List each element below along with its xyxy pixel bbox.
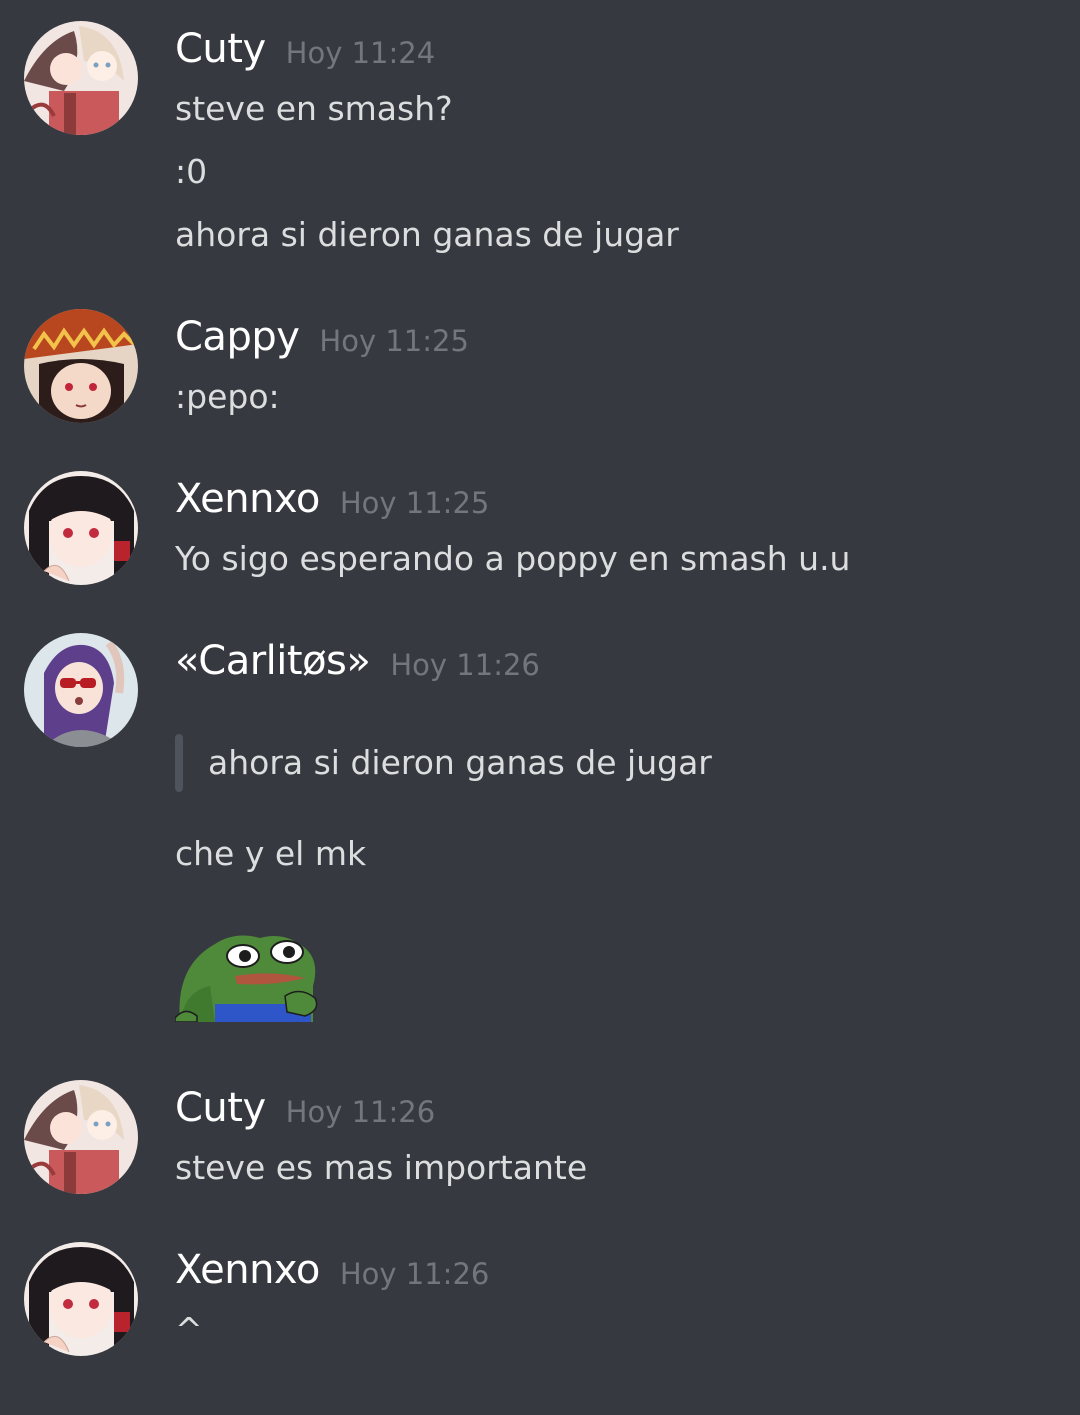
user-avatar[interactable] [24, 21, 138, 135]
message-text: :0 [175, 152, 208, 191]
message-text: ahora si dieron ganas de jugar [175, 215, 679, 254]
timestamp: Hoy 11:24 [285, 36, 436, 70]
quote-bar [175, 734, 183, 792]
timestamp: Hoy 11:25 [339, 486, 490, 520]
message-header: Xennxo Hoy 11:25 [175, 471, 1060, 527]
username[interactable]: Xennxo [175, 476, 320, 522]
quote-text: ahora si dieron ganas de jugar [208, 743, 712, 782]
quote-block: ahora si dieron ganas de jugar [175, 734, 1060, 792]
username[interactable]: Cappy [175, 314, 300, 360]
message-text: :pepo: [175, 377, 280, 416]
message-content: Xennxo Hoy 11:25 Yo sigo esperando a pop… [175, 471, 1060, 590]
kaguya-avatar-icon [24, 471, 138, 585]
timestamp: Hoy 11:26 [339, 1257, 490, 1291]
message-content: Cuty Hoy 11:26 steve es mas importante [175, 1080, 1060, 1199]
kaguya-avatar-icon [24, 1242, 138, 1356]
anime-girls-avatar-icon [24, 1080, 138, 1194]
message-text: steve es mas importante [175, 1148, 588, 1187]
timestamp: Hoy 11:25 [319, 324, 469, 358]
pepe-emoji-icon [175, 935, 318, 1022]
timestamp: Hoy 11:26 [285, 1095, 436, 1129]
message-text: che y el mk [175, 834, 367, 873]
message-header: Cuty Hoy 11:24 [175, 21, 1060, 77]
username[interactable]: Xennxo [175, 1247, 320, 1293]
message-header: «Carlitøs» Hoy 11:26 [175, 633, 1060, 689]
username[interactable]: Cuty [175, 26, 266, 72]
timestamp: Hoy 11:26 [390, 648, 540, 682]
username[interactable]: Cuty [175, 1085, 266, 1131]
sunglasses-girl-avatar-icon [24, 633, 138, 747]
message-content: Xennxo Hoy 11:26 ^ [175, 1242, 1060, 1361]
pepe-emoji[interactable] [175, 926, 321, 1022]
message-text: Yo sigo esperando a poppy en smash u.u [175, 539, 851, 578]
chat-message-list: Cuty Hoy 11:24 steve en smash? :0 ahora … [0, 0, 1080, 1415]
message-header: Cappy Hoy 11:25 [175, 309, 1060, 365]
user-avatar[interactable] [24, 1080, 138, 1194]
user-avatar[interactable] [24, 633, 138, 747]
message-text: steve en smash? [175, 89, 453, 128]
message-header: Cuty Hoy 11:26 [175, 1080, 1060, 1136]
anime-girls-avatar-icon [24, 21, 138, 135]
user-avatar[interactable] [24, 309, 138, 423]
megumin-hat-avatar-icon [24, 309, 138, 423]
user-avatar[interactable] [24, 471, 138, 585]
user-avatar[interactable] [24, 1242, 138, 1356]
message-content: «Carlitøs» Hoy 11:26 ahora si dieron gan… [175, 633, 1060, 1022]
message-content: Cappy Hoy 11:25 :pepo: [175, 309, 1060, 428]
message-content: Cuty Hoy 11:24 steve en smash? :0 ahora … [175, 21, 1060, 266]
message-text: ^ [175, 1310, 203, 1349]
username[interactable]: «Carlitøs» [175, 638, 371, 684]
message-header: Xennxo Hoy 11:26 [175, 1242, 1060, 1298]
